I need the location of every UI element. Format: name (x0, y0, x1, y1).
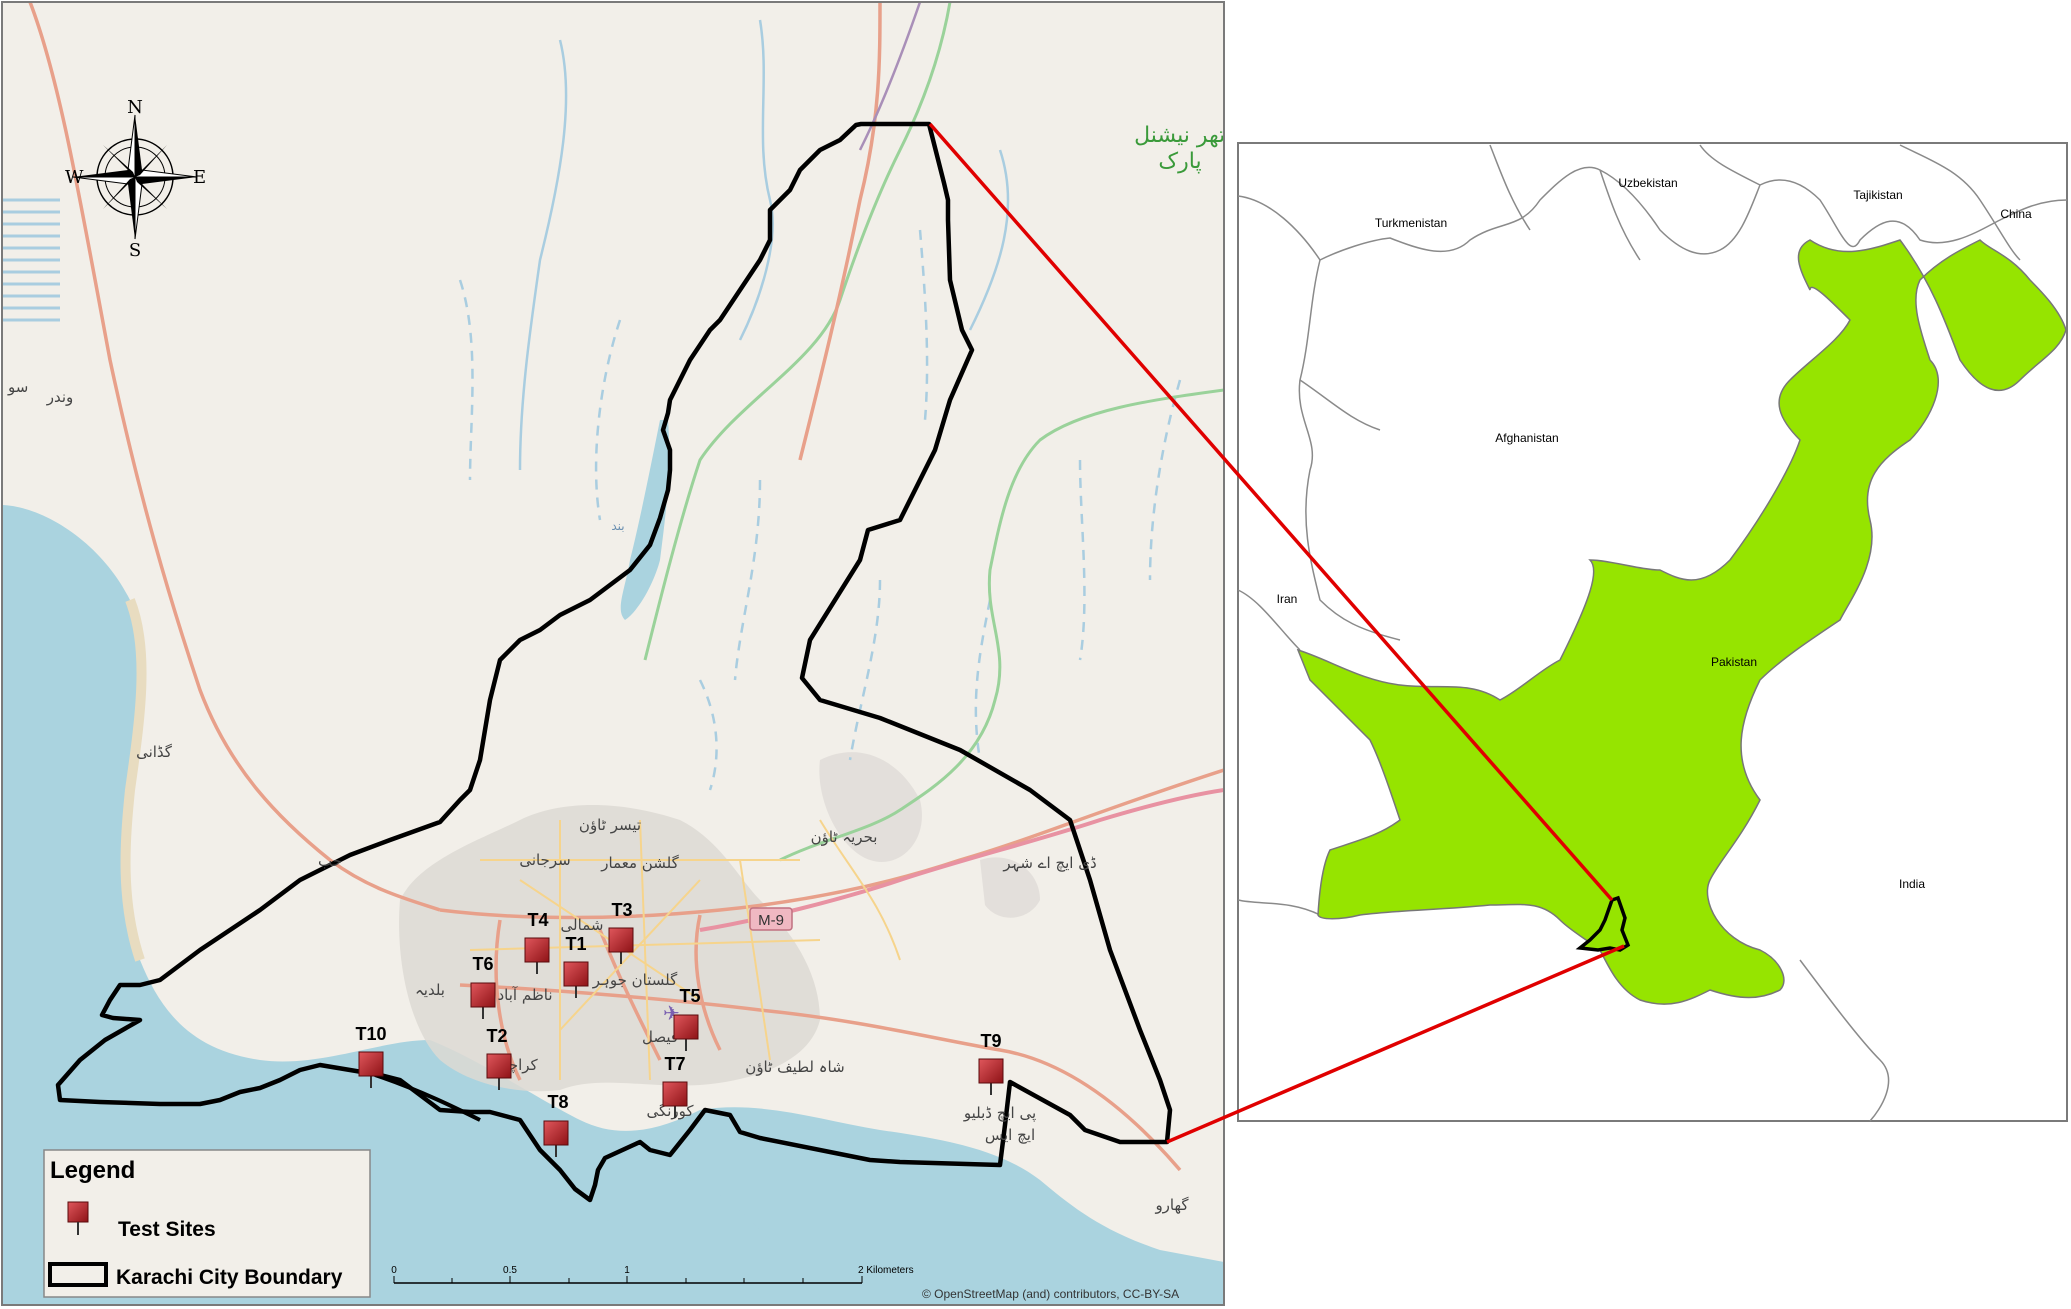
label-park-2: پارک (1158, 149, 1201, 174)
legend-title: Legend (50, 1157, 135, 1184)
test-site-label-t7: T7 (664, 1054, 685, 1074)
osm-attribution: © OpenStreetMap (and) contributors, CC-B… (922, 1287, 1179, 1301)
label-hub: حب (318, 852, 342, 870)
legend-boundary: Karachi City Boundary (116, 1266, 343, 1289)
main-map: وندر سو گڈانی حب تیسر ٹاؤن گلشن معمار سر… (2, 2, 1236, 1305)
compass-e: E (193, 167, 206, 188)
label-band: بند (611, 519, 624, 533)
test-site-label-t10: T10 (355, 1024, 386, 1044)
scale-tick-0: 0 (391, 1265, 397, 1276)
label-gulistan-jauhar: گلستان جوہر (592, 971, 678, 989)
label-dha-city: ڈی ایچ اے شہر (1002, 854, 1096, 872)
label-tajikistan: Tajikistan (1853, 188, 1902, 202)
legend-test-sites: Test Sites (118, 1218, 216, 1241)
test-site-label-t2: T2 (486, 1026, 507, 1046)
label-india: India (1899, 877, 1925, 891)
inset-map: Uzbekistan Turkmenistan Tajikistan China… (1237, 142, 2068, 1122)
label-gadani: گڈانی (136, 743, 173, 761)
label-pakistan: Pakistan (1711, 655, 1757, 669)
scale-tick-2: 2 Kilometers (858, 1265, 914, 1276)
label-nazimabad: ناظم آباد (497, 986, 552, 1004)
compass-n: N (127, 97, 143, 118)
label-china: China (2000, 207, 2032, 221)
test-site-label-t4: T4 (527, 910, 548, 930)
test-site-label-t6: T6 (472, 954, 493, 974)
label-pwhs-1: پی ایچ ڈبلیو (963, 1104, 1036, 1123)
label-uzbekistan: Uzbekistan (1618, 176, 1677, 190)
compass-w: W (65, 167, 84, 188)
label-surjani: سرجانی (519, 851, 570, 869)
label-sor: سو (7, 378, 28, 396)
label-bahria-town: بحریہ ٹاؤن (811, 828, 878, 846)
label-gharo: گھارو (1154, 1196, 1189, 1214)
label-shah-latif: شاہ لطیف ٹاؤن (745, 1058, 844, 1076)
compass-s: S (129, 240, 141, 261)
test-site-label-t3: T3 (611, 900, 632, 920)
label-taiser-town: تیسر ٹاؤن (579, 816, 641, 834)
scale-tick-1: 1 (624, 1265, 630, 1276)
test-site-label-t9: T9 (980, 1031, 1001, 1051)
label-shumali: شمالی (561, 916, 604, 934)
label-gulshan-maymar: گلشن معمار (600, 854, 679, 872)
figure: وندر سو گڈانی حب تیسر ٹاؤن گلشن معمار سر… (1, 1, 2068, 1306)
label-baldia: بلدیہ (415, 981, 445, 999)
road-shield-label: M-9 (758, 912, 784, 929)
label-turkmenistan: Turkmenistan (1375, 216, 1447, 230)
test-site-label-t8: T8 (547, 1092, 568, 1112)
test-site-label-t1: T1 (565, 934, 586, 954)
label-afghanistan: Afghanistan (1495, 431, 1558, 445)
test-site-label-t5: T5 (679, 986, 700, 1006)
legend: Legend Test Sites Karachi City Boundary (43, 1149, 371, 1298)
label-pwhs-2: ایچ ایس (985, 1126, 1035, 1144)
label-faisal: فیصل (642, 1028, 678, 1046)
road-shield-m9: M-9 (749, 907, 793, 931)
scale-tick-05: 0.5 (503, 1265, 517, 1276)
label-park-1: رتھر نیشنل (1134, 123, 1236, 148)
label-iran: Iran (1277, 592, 1298, 606)
label-wandar: وندر (46, 388, 74, 406)
